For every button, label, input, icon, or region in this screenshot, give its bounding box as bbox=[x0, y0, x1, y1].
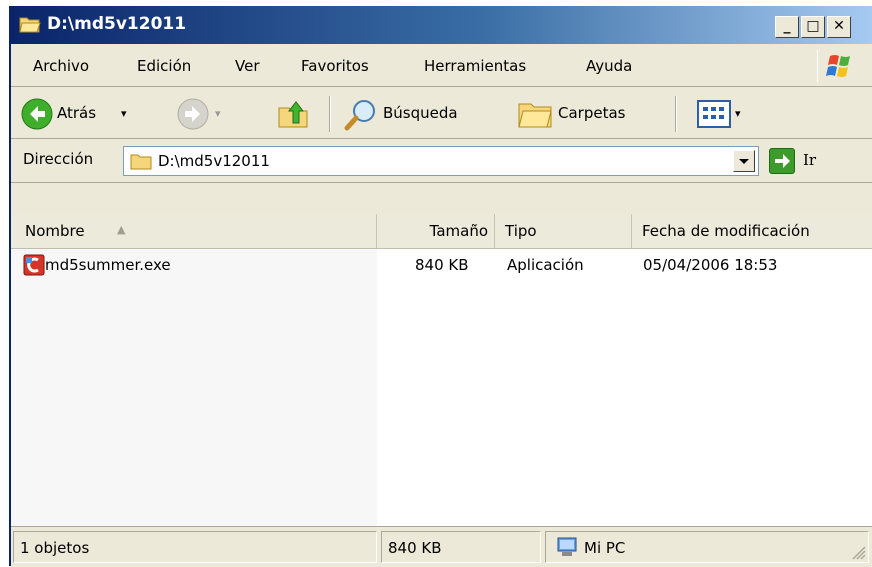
column-modified[interactable]: Fecha de modificación bbox=[632, 214, 872, 248]
close-button[interactable]: ✕ bbox=[827, 16, 851, 38]
go-label[interactable]: Ir bbox=[803, 151, 816, 169]
search-icon[interactable] bbox=[343, 98, 379, 132]
menu-edicion[interactable]: Edición bbox=[137, 57, 191, 75]
file-size: 840 KB bbox=[415, 256, 469, 274]
views-icon[interactable] bbox=[697, 98, 731, 130]
folder-up-icon[interactable] bbox=[277, 98, 309, 130]
status-size: 840 KB bbox=[388, 539, 442, 557]
resize-grip-icon[interactable] bbox=[848, 542, 866, 560]
table-row[interactable]: md5summer.exe 840 KB Aplicación 05/04/20… bbox=[11, 248, 872, 276]
address-input[interactable]: D:\md5v12011 bbox=[123, 146, 759, 176]
sorted-column-highlight bbox=[11, 248, 377, 542]
file-name: md5summer.exe bbox=[45, 256, 171, 274]
file-type: Aplicación bbox=[507, 256, 584, 274]
status-bar: 1 objetos 840 KB Mi PC bbox=[11, 526, 872, 567]
folder-open-icon bbox=[19, 17, 41, 33]
folder-icon bbox=[130, 154, 152, 170]
toolbar: Atrás ▾ ▾ Búsqueda Carpetas ▾ bbox=[11, 88, 872, 139]
column-name[interactable]: Nombre ▲ bbox=[11, 214, 377, 248]
go-button[interactable] bbox=[769, 148, 795, 174]
back-button[interactable]: Atrás bbox=[57, 104, 96, 122]
address-label: Dirección bbox=[23, 150, 94, 168]
folders-icon[interactable] bbox=[517, 98, 553, 130]
search-button[interactable]: Búsqueda bbox=[383, 104, 458, 122]
address-value: D:\md5v12011 bbox=[158, 152, 270, 170]
folders-button[interactable]: Carpetas bbox=[558, 104, 625, 122]
menu-favoritos[interactable]: Favoritos bbox=[301, 57, 369, 75]
address-bar: Dirección D:\md5v12011 Ir bbox=[11, 140, 872, 183]
status-objects-panel: 1 objetos bbox=[13, 531, 377, 563]
toolbar-separator bbox=[675, 96, 677, 132]
go-arrow-icon bbox=[775, 154, 790, 168]
status-location: Mi PC bbox=[584, 539, 626, 557]
forward-arrow-icon[interactable] bbox=[177, 98, 209, 130]
menu-archivo[interactable]: Archivo bbox=[33, 57, 89, 75]
menu-herramientas[interactable]: Herramientas bbox=[424, 57, 526, 75]
status-location-panel: Mi PC bbox=[545, 531, 869, 563]
menu-ayuda[interactable]: Ayuda bbox=[586, 57, 632, 75]
column-header: Nombre ▲ Tamaño Tipo Fecha de modificaci… bbox=[11, 214, 872, 249]
column-name-label: Nombre bbox=[25, 222, 85, 240]
back-arrow-icon[interactable] bbox=[21, 98, 53, 130]
sort-ascending-icon: ▲ bbox=[117, 223, 126, 236]
explorer-window: D:\md5v12011 _ □ ✕ Archivo Edición Ver F… bbox=[9, 6, 872, 567]
toolbar-separator bbox=[329, 96, 331, 132]
back-dropdown-icon[interactable]: ▾ bbox=[121, 107, 127, 120]
views-dropdown-icon[interactable]: ▾ bbox=[735, 107, 741, 120]
status-size-panel: 840 KB bbox=[381, 531, 541, 563]
maximize-button[interactable]: □ bbox=[801, 16, 825, 38]
title-bar[interactable]: D:\md5v12011 _ □ ✕ bbox=[11, 6, 872, 44]
column-size[interactable]: Tamaño bbox=[377, 214, 495, 248]
app-exe-icon bbox=[23, 254, 45, 276]
menu-ver[interactable]: Ver bbox=[235, 57, 260, 75]
status-objects: 1 objetos bbox=[20, 539, 90, 557]
column-type[interactable]: Tipo bbox=[495, 214, 632, 248]
minimize-button[interactable]: _ bbox=[775, 16, 799, 38]
column-size-label: Tamaño bbox=[429, 222, 488, 240]
computer-icon bbox=[557, 537, 577, 556]
window-title: D:\md5v12011 bbox=[47, 14, 187, 34]
address-dropdown-button[interactable] bbox=[733, 150, 755, 172]
column-modified-label: Fecha de modificación bbox=[642, 222, 810, 240]
menu-bar: Archivo Edición Ver Favoritos Herramient… bbox=[11, 46, 872, 87]
column-type-label: Tipo bbox=[505, 222, 537, 240]
windows-logo-icon bbox=[817, 50, 860, 82]
file-modified: 05/04/2006 18:53 bbox=[643, 256, 778, 274]
forward-dropdown-icon[interactable]: ▾ bbox=[215, 107, 221, 120]
chevron-down-icon bbox=[739, 159, 749, 164]
